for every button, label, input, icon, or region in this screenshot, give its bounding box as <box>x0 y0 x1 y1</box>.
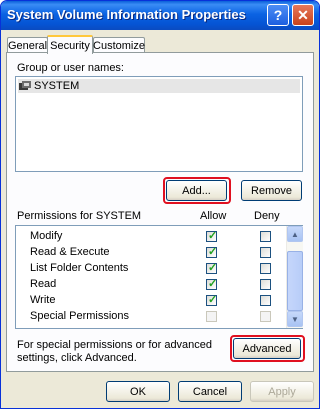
group-label: Group or user names: <box>17 62 124 74</box>
user-group-icon <box>19 81 31 90</box>
advanced-button-highlight <box>230 335 305 362</box>
scroll-thumb[interactable] <box>287 251 303 311</box>
user-name: SYSTEM <box>34 80 80 92</box>
scroll-up-button[interactable]: ▲ <box>287 226 303 242</box>
close-button[interactable]: ✕ <box>292 4 314 26</box>
list-item[interactable]: SYSTEM <box>18 79 300 93</box>
scroll-down-button[interactable]: ▼ <box>287 311 303 327</box>
table-row: Read & Execute ✓ <box>16 245 286 261</box>
table-row: Read ✓ <box>16 277 286 293</box>
window-title: System Volume Information Properties <box>7 7 246 22</box>
ok-button-label: OK <box>130 385 146 398</box>
allow-checkbox[interactable]: ✓ <box>206 278 218 290</box>
table-row: List Folder Contents ✓ <box>16 261 286 277</box>
deny-checkbox[interactable] <box>260 247 271 258</box>
deny-checkbox <box>260 311 271 322</box>
deny-checkbox[interactable] <box>260 263 271 274</box>
allow-checkbox[interactable]: ✓ <box>206 262 218 274</box>
permission-name: Read <box>30 278 57 290</box>
tab-customize[interactable]: Customize <box>93 37 145 53</box>
properties-dialog: System Volume Information Properties ? ✕… <box>0 0 320 409</box>
title-bar[interactable]: System Volume Information Properties ? ✕ <box>1 1 319 30</box>
close-icon: ✕ <box>297 6 309 23</box>
tab-security[interactable]: Security <box>47 35 93 54</box>
checkmark-icon: ✓ <box>208 230 218 242</box>
checkmark-icon: ✓ <box>208 278 218 290</box>
help-button[interactable]: ? <box>267 4 289 26</box>
tab-general-label: General <box>7 39 48 52</box>
help-icon: ? <box>273 7 283 23</box>
ok-button[interactable]: OK <box>106 381 170 402</box>
permission-name: Read & Execute <box>30 246 110 258</box>
apply-button: Apply <box>250 381 314 402</box>
chevron-down-icon: ▼ <box>291 314 299 324</box>
chevron-up-icon: ▲ <box>291 229 299 239</box>
tab-security-label: Security <box>50 39 90 52</box>
allow-checkbox[interactable]: ✓ <box>206 294 218 306</box>
permission-name: Write <box>30 294 56 306</box>
cancel-button[interactable]: Cancel <box>178 381 242 402</box>
cancel-button-label: Cancel <box>192 385 228 398</box>
checkmark-icon: ✓ <box>208 246 218 258</box>
table-row: Special Permissions <box>16 309 286 325</box>
user-list[interactable]: SYSTEM <box>15 76 303 172</box>
checkmark-icon: ✓ <box>208 262 218 274</box>
permissions-label: Permissions for SYSTEM <box>17 210 142 222</box>
apply-button-label: Apply <box>268 385 296 398</box>
deny-checkbox[interactable] <box>260 295 271 306</box>
allow-checkbox[interactable]: ✓ <box>206 246 218 258</box>
remove-button[interactable]: Remove <box>241 180 302 201</box>
deny-checkbox[interactable] <box>260 231 271 242</box>
advanced-hint: For special permissions or for advanced … <box>17 339 213 364</box>
permission-name: List Folder Contents <box>30 262 129 274</box>
permissions-scrollbar[interactable]: ▲ ▼ <box>286 226 303 328</box>
deny-header: Deny <box>254 210 280 222</box>
permission-name: Modify <box>30 230 63 242</box>
allow-checkbox[interactable]: ✓ <box>206 230 218 242</box>
tab-general[interactable]: General <box>7 37 48 53</box>
permissions-list: Modify ✓ Read & Execute ✓ List Folder Co… <box>15 225 303 329</box>
deny-checkbox[interactable] <box>260 279 271 290</box>
allow-header: Allow <box>200 210 227 222</box>
tab-customize-label: Customize <box>93 39 145 52</box>
table-row: Write ✓ <box>16 293 286 309</box>
remove-button-label: Remove <box>251 184 292 197</box>
checkmark-icon: ✓ <box>208 294 218 306</box>
allow-checkbox <box>206 311 217 322</box>
table-row: Modify ✓ <box>16 229 286 245</box>
add-button-highlight <box>163 177 231 204</box>
permission-name: Special Permissions <box>30 310 130 322</box>
